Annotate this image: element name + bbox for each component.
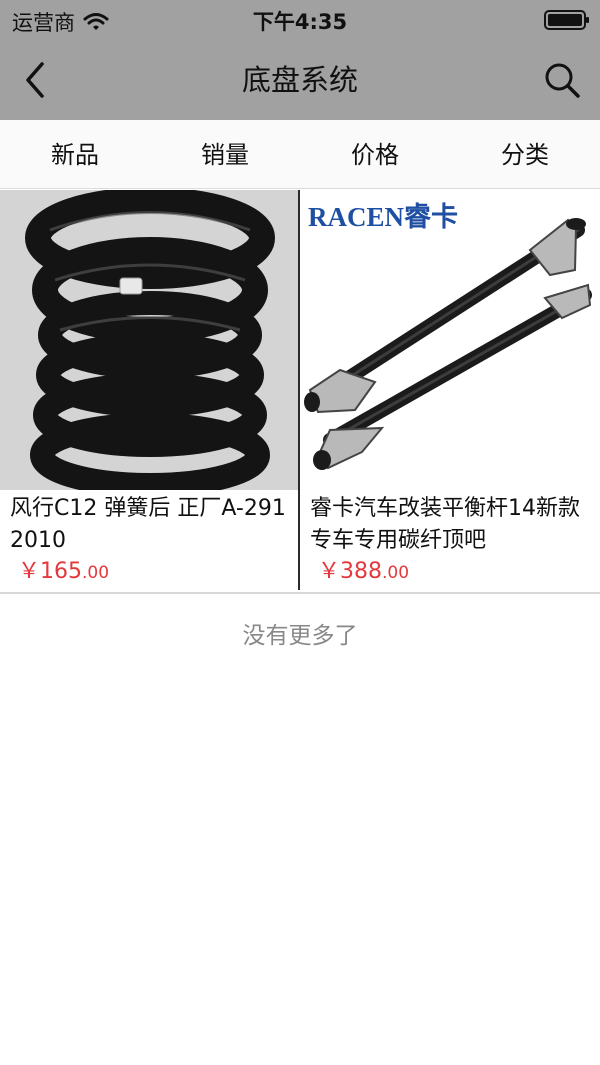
page-title: 底盘系统 <box>241 63 358 97</box>
back-arrow-icon[interactable] <box>18 58 52 102</box>
price-decimal: .00 <box>82 563 110 583</box>
nav-bar: 底盘系统 <box>0 40 600 120</box>
status-bar: 运营商 下午4:35 <box>0 0 600 40</box>
tab-category[interactable]: 分类 <box>450 120 600 188</box>
product-price: ￥165.00 <box>0 557 298 588</box>
product-card[interactable]: RACEN睿卡 睿卡汽车改装平衡杆14新款专车专用碳纤顶吧 ￥388.00 <box>300 190 598 590</box>
price-integer: 165 <box>40 559 83 584</box>
tab-price[interactable]: 价格 <box>300 120 450 188</box>
sort-tabs: 新品 销量 价格 分类 <box>0 120 600 189</box>
product-card[interactable]: 风行C12 弹簧后 正厂A-2912010 ￥165.00 <box>0 190 300 590</box>
no-more-note: 没有更多了 <box>242 623 358 649</box>
status-time: 下午4:35 <box>252 10 348 34</box>
search-icon[interactable] <box>542 60 582 100</box>
price-integer: 388 <box>340 559 383 584</box>
price-decimal: .00 <box>382 563 410 583</box>
price-currency: ￥ <box>318 559 341 584</box>
header: 运营商 下午4:35 底盘系统 <box>0 0 600 120</box>
tab-newest[interactable]: 新品 <box>0 120 150 188</box>
price-currency: ￥ <box>18 559 41 584</box>
product-grid: 风行C12 弹簧后 正厂A-2912010 ￥165.00 RACEN睿卡 睿卡… <box>0 190 600 594</box>
product-price: ￥388.00 <box>300 557 598 588</box>
strut-bar-photo[interactable]: RACEN睿卡 <box>300 190 598 490</box>
tab-sales[interactable]: 销量 <box>150 120 300 188</box>
battery-icon <box>544 10 589 30</box>
product-title[interactable]: 睿卡汽车改装平衡杆14新款专车专用碳纤顶吧 <box>300 490 598 557</box>
coil-spring-photo[interactable] <box>0 190 298 490</box>
product-title[interactable]: 风行C12 弹簧后 正厂A-2912010 <box>0 490 298 557</box>
brand-logo: RACEN睿卡 <box>308 202 458 232</box>
